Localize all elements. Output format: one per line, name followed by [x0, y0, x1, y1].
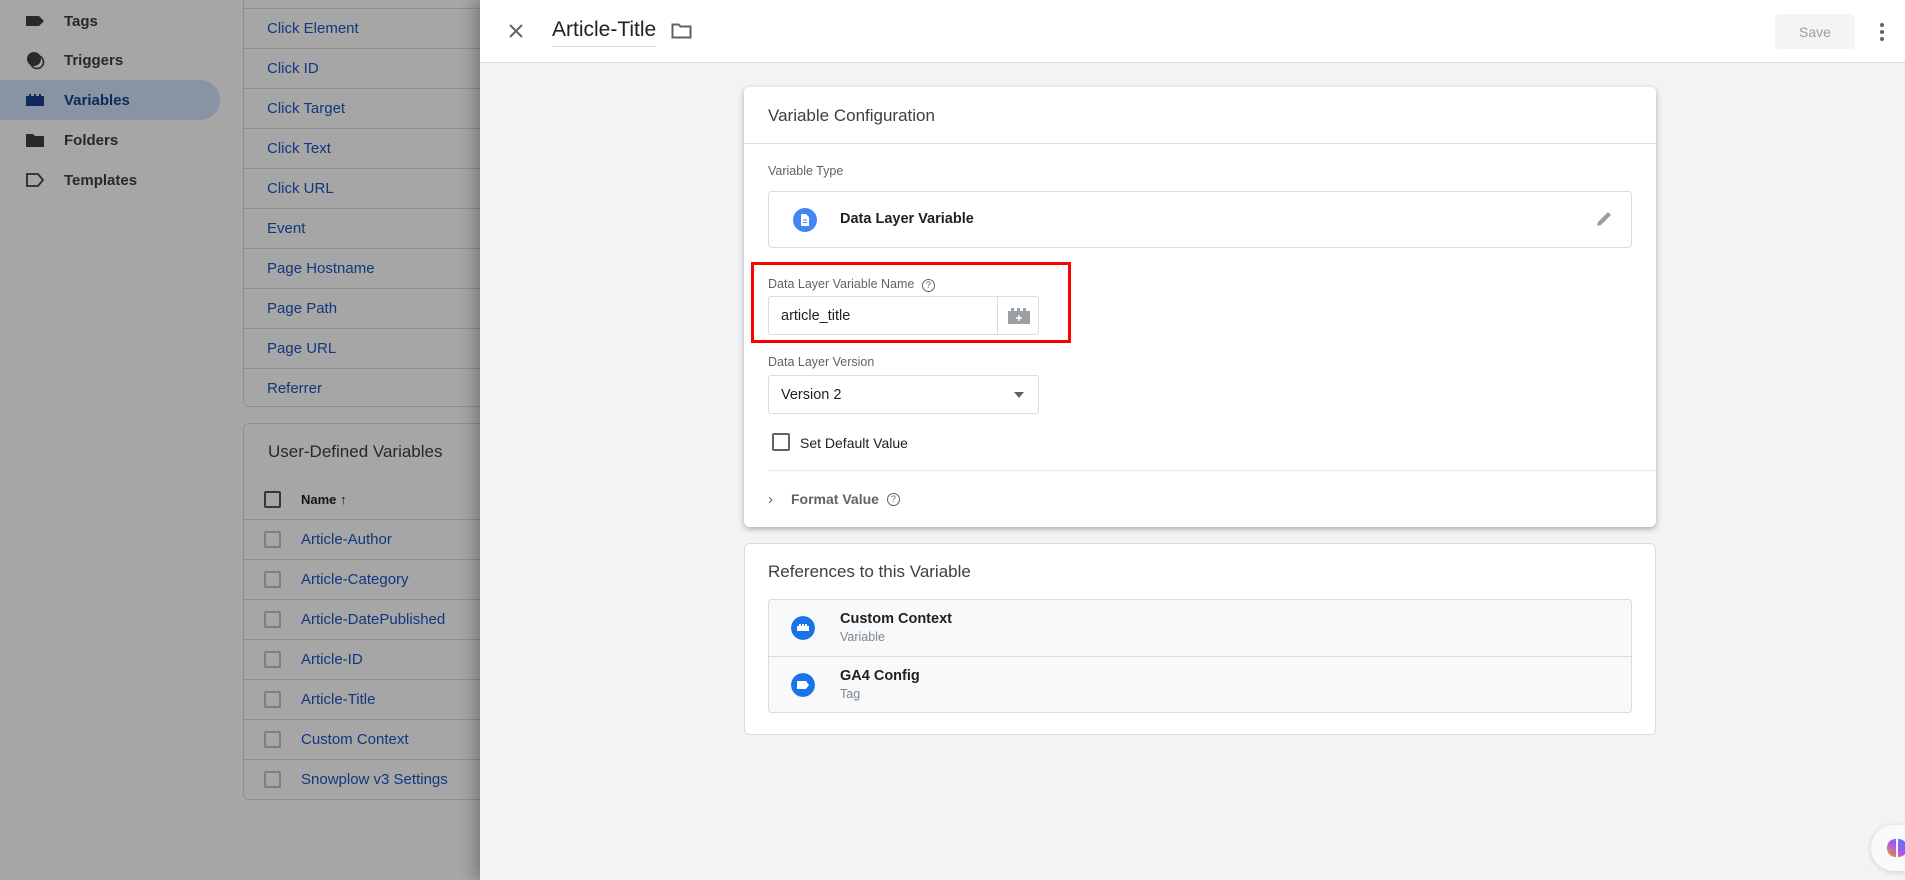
- panel-header: Article-Title Save: [480, 0, 1905, 63]
- variable-name-input[interactable]: article_title: [768, 296, 1039, 335]
- tag-icon: [791, 673, 815, 697]
- version-select[interactable]: Version 2: [768, 375, 1039, 414]
- version-label: Data Layer Version: [768, 355, 875, 369]
- save-button[interactable]: Save: [1775, 14, 1855, 49]
- references-card: References to this Variable Custom Conte…: [744, 543, 1656, 735]
- variable-name-label: Data Layer Variable Name ?: [768, 277, 935, 292]
- references-list: Custom Context Variable GA4 Config Tag: [768, 599, 1632, 713]
- format-value-expander[interactable]: › Format Value ?: [768, 487, 900, 511]
- brain-icon: [1887, 839, 1905, 857]
- chevron-right-icon: ›: [768, 490, 773, 508]
- variable-type-value: Data Layer Variable: [840, 211, 974, 227]
- close-icon[interactable]: [508, 23, 524, 39]
- set-default-value-label[interactable]: Set Default Value: [800, 435, 908, 451]
- card-title: Variable Configuration: [768, 106, 935, 125]
- variable-configuration-card: Variable Configuration Variable Type Dat…: [744, 87, 1656, 527]
- divider: [744, 143, 1656, 144]
- references-title: References to this Variable: [768, 562, 971, 581]
- modal-scrim[interactable]: [0, 0, 480, 880]
- variable-type-label: Variable Type: [768, 164, 844, 178]
- folder-icon[interactable]: [671, 22, 692, 40]
- data-layer-variable-icon: [793, 208, 817, 232]
- variable-editor-panel: Article-Title Save Variable Configuratio…: [480, 0, 1905, 880]
- insert-variable-icon[interactable]: [1007, 307, 1031, 324]
- edit-pencil-icon[interactable]: [1594, 209, 1614, 229]
- dropdown-arrow-icon: [1014, 392, 1024, 398]
- reference-item[interactable]: GA4 Config Tag: [769, 657, 1631, 712]
- divider: [768, 470, 1656, 471]
- more-options-icon[interactable]: [1878, 22, 1886, 42]
- variable-name-title[interactable]: Article-Title: [552, 18, 657, 47]
- variable-type-selector[interactable]: Data Layer Variable: [768, 191, 1632, 248]
- variable-name-value: article_title: [781, 308, 851, 324]
- help-icon: ?: [886, 492, 900, 506]
- reference-item[interactable]: Custom Context Variable: [769, 600, 1631, 657]
- help-icon[interactable]: ?: [921, 279, 935, 292]
- assistant-widget[interactable]: [1871, 825, 1905, 871]
- set-default-value-checkbox[interactable]: [772, 433, 790, 451]
- variable-icon: [791, 616, 815, 640]
